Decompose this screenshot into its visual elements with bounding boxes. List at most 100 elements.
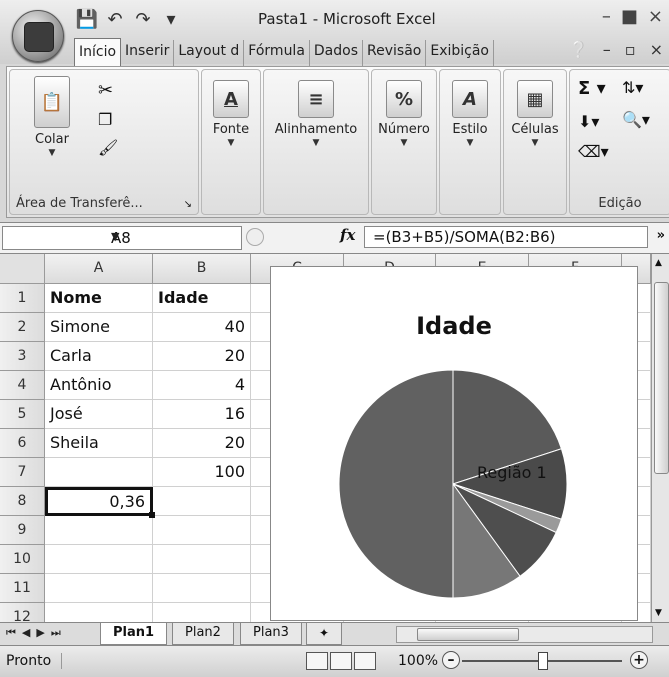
tab-formulas[interactable]: Fórmula (244, 40, 310, 66)
cell-a7[interactable] (45, 458, 153, 487)
column-header-a[interactable]: A (45, 254, 153, 284)
cell-b6[interactable]: 20 (153, 429, 251, 458)
cell-a6[interactable]: Sheila (45, 429, 153, 458)
scroll-up-icon[interactable]: ▲ (655, 258, 662, 268)
row-header[interactable]: 10 (0, 545, 45, 574)
cell-b1[interactable]: Idade (153, 284, 251, 313)
cell-a1[interactable]: Nome (45, 284, 153, 313)
clear-icon[interactable]: ⌫▾ (578, 142, 609, 161)
tab-revisao[interactable]: Revisão (363, 40, 427, 66)
insert-function-icon[interactable]: fx (340, 226, 355, 244)
pie-chart[interactable]: Idade Região 1 (270, 266, 638, 621)
cell-a5[interactable]: José (45, 400, 153, 429)
column-header-b[interactable]: B (153, 254, 251, 284)
save-icon[interactable]: 💾 (76, 8, 98, 30)
prev-sheet-icon[interactable]: ◀ (22, 626, 30, 640)
workbook-minimize-icon[interactable]: – (603, 40, 611, 59)
fill-handle[interactable] (149, 512, 155, 518)
zoom-in-icon[interactable]: + (630, 651, 648, 669)
tab-dados[interactable]: Dados (310, 40, 364, 66)
zoom-level[interactable]: 100% (398, 653, 438, 669)
row-header[interactable]: 1 (0, 284, 45, 313)
row-header[interactable]: 9 (0, 516, 45, 545)
cell-a4[interactable]: Antônio (45, 371, 153, 400)
cell-b3[interactable]: 20 (153, 342, 251, 371)
sheet-tab-plan1[interactable]: Plan1 (100, 623, 168, 645)
tab-inserir[interactable]: Inserir (121, 40, 175, 66)
cells-button[interactable]: ▦ Células ▼ (508, 80, 562, 148)
format-painter-icon[interactable]: 🖌 (98, 138, 118, 157)
row-header[interactable]: 8 (0, 487, 45, 516)
dialog-launcher-icon[interactable]: ↘ (184, 199, 192, 210)
row-header[interactable]: 2 (0, 313, 45, 342)
cut-icon[interactable]: ✂ (98, 80, 113, 101)
row-header[interactable]: 4 (0, 371, 45, 400)
scroll-down-icon[interactable]: ▼ (655, 608, 662, 618)
office-button[interactable] (12, 10, 64, 62)
zoom-out-icon[interactable]: – (442, 651, 460, 669)
workbook-close-icon[interactable]: × (650, 40, 663, 59)
page-break-view-icon[interactable] (354, 652, 376, 670)
tab-layout[interactable]: Layout d (174, 40, 245, 66)
chevron-down-icon[interactable]: ▼ (111, 230, 237, 243)
paste-button[interactable]: 📋 Colar ▼ (22, 76, 82, 158)
sheet-tab-plan2[interactable]: Plan2 (172, 623, 234, 645)
cell-b8[interactable] (153, 487, 251, 516)
horizontal-scrollbar[interactable] (396, 626, 653, 643)
row-header[interactable]: 5 (0, 400, 45, 429)
row-header[interactable]: 6 (0, 429, 45, 458)
sort-filter-icon[interactable]: ⇅▾ (622, 78, 643, 97)
undo-icon[interactable]: ↶ (104, 8, 126, 30)
last-sheet-icon[interactable]: ⏭ (51, 626, 61, 640)
expand-formula-icon[interactable]: » (657, 228, 665, 243)
cell-a3[interactable]: Carla (45, 342, 153, 371)
cell-b7[interactable]: 100 (153, 458, 251, 487)
cell-b10[interactable] (153, 545, 251, 574)
cell-a10[interactable] (45, 545, 153, 574)
insert-sheet-icon[interactable]: ✦ (306, 623, 343, 645)
select-all-corner[interactable] (0, 254, 45, 284)
cell-b5[interactable]: 16 (153, 400, 251, 429)
page-layout-view-icon[interactable] (330, 652, 352, 670)
cell-b4[interactable]: 4 (153, 371, 251, 400)
minimize-icon[interactable]: – (602, 6, 611, 27)
zoom-slider-thumb[interactable] (538, 652, 548, 670)
help-icon[interactable]: ❔ (569, 40, 589, 59)
find-select-icon[interactable]: 🔍▾ (622, 110, 650, 129)
font-button[interactable]: A Fonte ▼ (208, 80, 254, 148)
fill-icon[interactable]: ⬇▾ (578, 112, 599, 131)
first-sheet-icon[interactable]: ⏮ (6, 626, 16, 640)
vertical-scroll-thumb[interactable] (654, 282, 669, 474)
vertical-scrollbar[interactable]: ▲ ▼ (651, 254, 669, 622)
formula-input[interactable]: =(B3+B5)/SOMA(B2:B6) (364, 226, 648, 248)
tab-inicio[interactable]: Início (74, 38, 122, 66)
row-header[interactable]: 11 (0, 574, 45, 603)
maximize-icon[interactable]: ■ (621, 6, 638, 27)
next-sheet-icon[interactable]: ▶ (36, 626, 44, 640)
cell-b11[interactable] (153, 574, 251, 603)
cell-b9[interactable] (153, 516, 251, 545)
row-header[interactable]: 7 (0, 458, 45, 487)
cell-a11[interactable] (45, 574, 153, 603)
cell-a9[interactable] (45, 516, 153, 545)
alignment-button[interactable]: ≡ Alinhamento ▼ (268, 80, 364, 148)
normal-view-icon[interactable] (306, 652, 328, 670)
name-box[interactable]: A8 ▼ (2, 226, 242, 250)
formula-bar-resize-icon[interactable] (246, 228, 264, 246)
cell-b2[interactable]: 40 (153, 313, 251, 342)
close-icon[interactable]: × (648, 6, 663, 27)
autosum-icon[interactable]: Σ ▾ (578, 78, 606, 99)
styles-button[interactable]: A Estilo ▼ (444, 80, 496, 148)
cell-a2[interactable]: Simone (45, 313, 153, 342)
row-header[interactable]: 3 (0, 342, 45, 371)
customize-icon[interactable]: ▾ (160, 8, 182, 30)
number-button[interactable]: % Número ▼ (376, 80, 432, 148)
cell-a8[interactable]: 0,36 (45, 487, 153, 516)
horizontal-scroll-thumb[interactable] (417, 628, 519, 641)
pie-slice-6[interactable] (338, 369, 454, 599)
tab-exibicao[interactable]: Exibição (426, 40, 494, 66)
sheet-tab-plan3[interactable]: Plan3 (240, 623, 302, 645)
redo-icon[interactable]: ↷ (132, 8, 154, 30)
workbook-restore-icon[interactable]: ▫ (625, 40, 636, 59)
copy-icon[interactable]: ❐ (98, 110, 112, 129)
